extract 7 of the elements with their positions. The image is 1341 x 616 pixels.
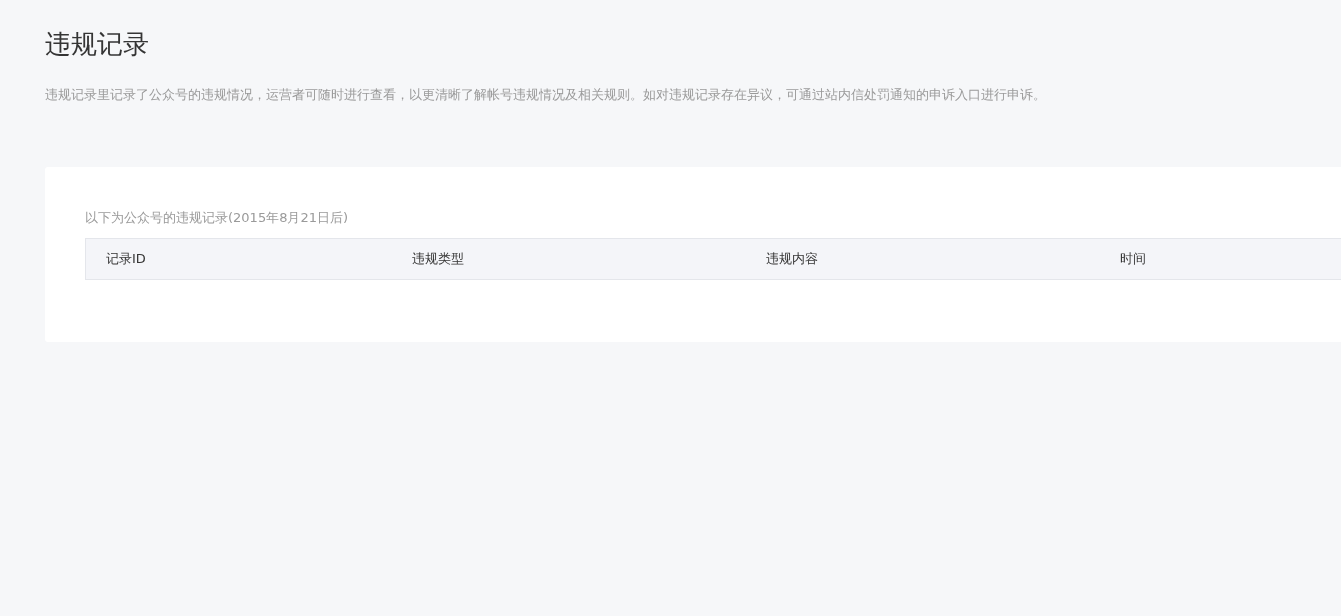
page-description: 违规记录里记录了公众号的违规情况，运营者可随时进行查看，以更清晰了解帐号违规情况及相关规则。如对违规记录存在异议，可通过站内信处罚通知的申诉入口进行申诉。 (45, 86, 1047, 104)
page-title: 违规记录 (45, 28, 150, 61)
records-caption: 以下为公众号的违规记录(2015年8月21日后) (85, 209, 350, 227)
column-header: 违规类型 (412, 250, 464, 268)
column-header: 记录ID (106, 250, 146, 268)
column-header: 违规内容 (766, 250, 818, 268)
column-header: 时间 (1120, 250, 1146, 268)
